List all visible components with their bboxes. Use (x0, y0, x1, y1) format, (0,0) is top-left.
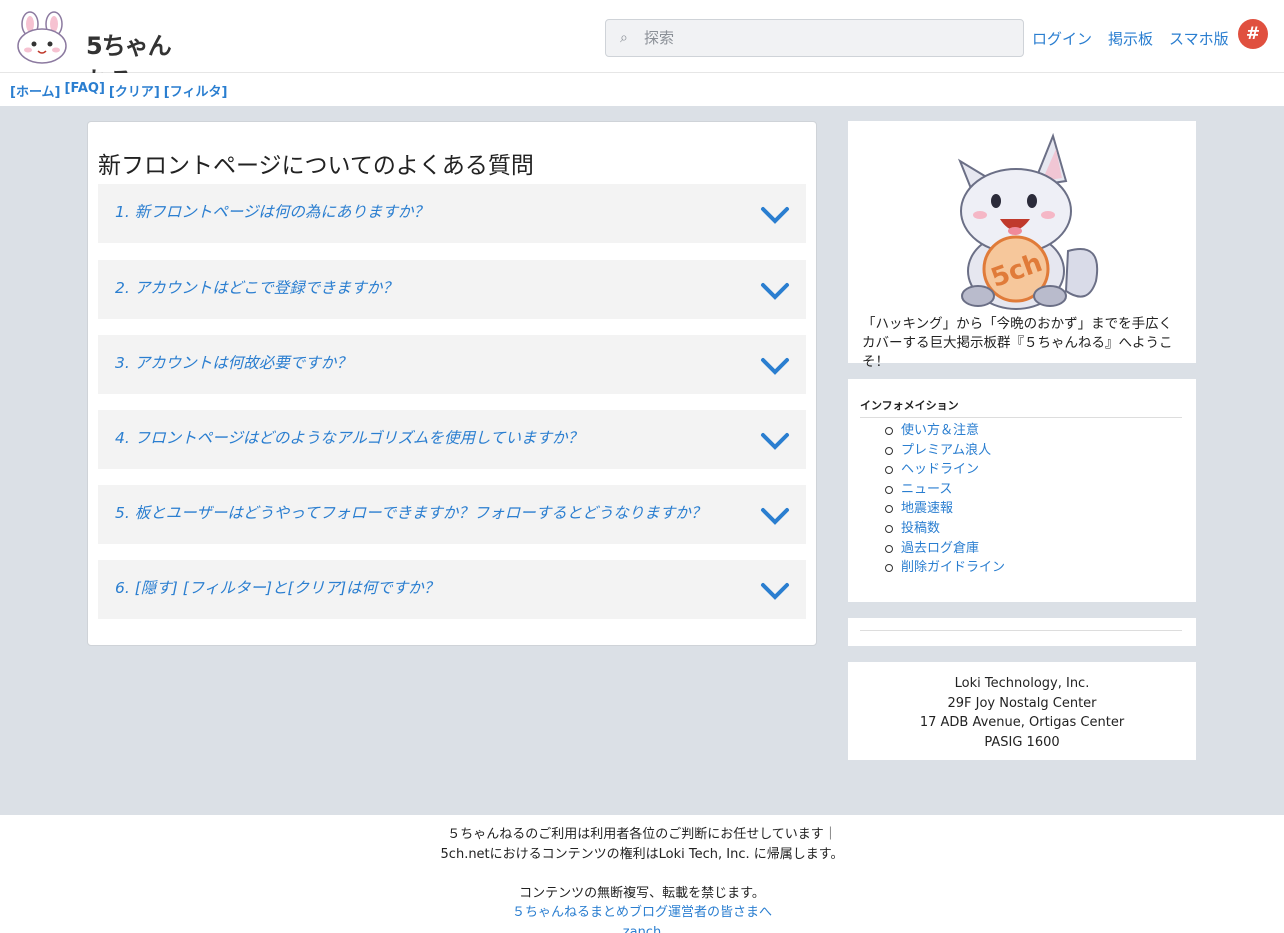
hash-badge-icon[interactable]: # (1238, 19, 1268, 49)
login-link[interactable]: ログイン (1032, 28, 1092, 49)
chevron-down-icon[interactable] (760, 430, 790, 452)
company-address: Loki Technology, Inc. 29F Joy Nostalg Ce… (848, 674, 1196, 752)
divider (860, 630, 1182, 631)
list-item: 使い方＆注意 (884, 421, 1005, 441)
search-icon: ⌕ (620, 30, 628, 46)
subnav-faq[interactable]: [FAQ] (65, 81, 105, 100)
top-header: 5ちゃんねる ⌕ ログイン 掲示板 スマホ版 # (0, 0, 1284, 95)
faq-question[interactable]: 6. [隠す] [フィルター]と[クリア]は何ですか？ (115, 576, 439, 598)
empty-card (848, 618, 1196, 646)
faq-panel: 新フロントページについてのよくある質問 1. 新フロントページは何の為にあります… (87, 121, 817, 646)
faq-item[interactable]: 4. フロントページはどのようなアルゴリズムを使用していますか？ (98, 410, 806, 469)
address-line: 17 ADB Avenue, Ortigas Center (919, 715, 1125, 731)
chevron-down-icon[interactable] (760, 204, 790, 226)
list-item: プレミアム浪人 (884, 441, 1005, 461)
subnav-clear[interactable]: [クリア] (109, 81, 160, 100)
info-link-archive[interactable]: 過去ログ倉庫 (901, 541, 979, 556)
footer-zanch-link[interactable]: zanch (623, 925, 661, 933)
footer-rights: 5ch.netにおけるコンテンツの権利はLoki Tech, Inc. に帰属し… (440, 846, 844, 862)
info-link-news[interactable]: ニュース (901, 482, 952, 497)
footer: ５ちゃんねるのご利用は利用者各位のご判断にお任せしています｜ 5ch.netにお… (0, 815, 1284, 933)
info-link-earthquake[interactable]: 地震速報 (901, 501, 953, 516)
faq-item[interactable]: 3. アカウントは何故必要ですか？ (98, 335, 806, 394)
search-box[interactable]: ⌕ (605, 19, 1024, 57)
welcome-card: 5ch 「ハッキング」から「今晩のおかず」までを手広くカバーする巨大掲示板群『５… (848, 121, 1196, 370)
footer-matome-link[interactable]: ５ちゃんねるまとめブログ運営者の皆さまへ (512, 905, 772, 920)
address-line: Loki Technology, Inc. (954, 676, 1090, 691)
faq-question[interactable]: 5. 板とユーザーはどうやってフォローできますか？フォローするとどうなりますか？ (115, 501, 706, 523)
list-item: 過去ログ倉庫 (884, 539, 1005, 559)
faq-question[interactable]: 2. アカウントはどこで登録できますか？ (115, 276, 398, 298)
smartphone-link[interactable]: スマホ版 (1169, 28, 1229, 49)
footer-disclaimer: ５ちゃんねるのご利用は利用者各位のご判断にお任せしています｜ (447, 827, 837, 842)
info-card: インフォメイション 使い方＆注意 プレミアム浪人 ヘッドライン ニュース 地震速… (848, 379, 1196, 602)
info-link-deletion-guideline[interactable]: 削除ガイドライン (901, 560, 1005, 575)
info-link-premium[interactable]: プレミアム浪人 (901, 443, 991, 458)
faq-question[interactable]: 3. アカウントは何故必要ですか？ (115, 351, 352, 373)
list-item: ヘッドライン (884, 460, 1005, 480)
bunny-logo-icon (17, 11, 67, 64)
chevron-down-icon[interactable] (760, 280, 790, 302)
faq-item[interactable]: 2. アカウントはどこで登録できますか？ (98, 260, 806, 319)
info-link-usage[interactable]: 使い方＆注意 (901, 423, 979, 438)
search-input[interactable] (642, 20, 1012, 56)
sub-nav: [ホーム] [FAQ] [クリア] [フィルタ] (0, 73, 1284, 106)
faq-item[interactable]: 5. 板とユーザーはどうやってフォローできますか？フォローするとどうなりますか？ (98, 485, 806, 544)
top-nav: ログイン 掲示板 スマホ版 (1032, 28, 1229, 49)
chevron-down-icon[interactable] (760, 580, 790, 602)
info-link-headline[interactable]: ヘッドライン (901, 462, 979, 477)
faq-item[interactable]: 1. 新フロントページは何の為にありますか？ (98, 184, 806, 243)
list-item: 投稿数 (884, 519, 1005, 539)
footer-copy-notice: コンテンツの無断複写、転載を禁じます。 (519, 885, 765, 901)
address-line: 29F Joy Nostalg Center (947, 695, 1097, 711)
info-link-post-count[interactable]: 投稿数 (901, 521, 940, 536)
mascot-wolf-icon: 5ch (957, 132, 1099, 310)
board-link[interactable]: 掲示板 (1108, 28, 1153, 49)
info-heading: インフォメイション (860, 397, 1182, 418)
list-item: 削除ガイドライン (884, 558, 1005, 578)
chevron-down-icon[interactable] (760, 355, 790, 377)
subnav-filter[interactable]: [フィルタ] (164, 81, 228, 100)
faq-question[interactable]: 1. 新フロントページは何の為にありますか？ (115, 200, 429, 222)
faq-question[interactable]: 4. フロントページはどのようなアルゴリズムを使用していますか？ (115, 426, 583, 448)
chevron-down-icon[interactable] (760, 505, 790, 527)
page-title: 新フロントページについてのよくある質問 (98, 153, 534, 179)
list-item: 地震速報 (884, 499, 1005, 519)
list-item: ニュース (884, 480, 1005, 500)
faq-item[interactable]: 6. [隠す] [フィルター]と[クリア]は何ですか？ (98, 560, 806, 619)
address-card: Loki Technology, Inc. 29F Joy Nostalg Ce… (848, 662, 1196, 760)
info-list: 使い方＆注意 プレミアム浪人 ヘッドライン ニュース 地震速報 投稿数 過去ログ… (884, 421, 1005, 578)
subnav-home[interactable]: [ホーム] (10, 81, 61, 100)
welcome-text: 「ハッキング」から「今晩のおかず」までを手広くカバーする巨大掲示板群『５ちゃんね… (862, 316, 1173, 370)
site-logo[interactable]: 5ちゃんねる (14, 10, 174, 95)
address-line: PASIG 1600 (984, 734, 1060, 750)
